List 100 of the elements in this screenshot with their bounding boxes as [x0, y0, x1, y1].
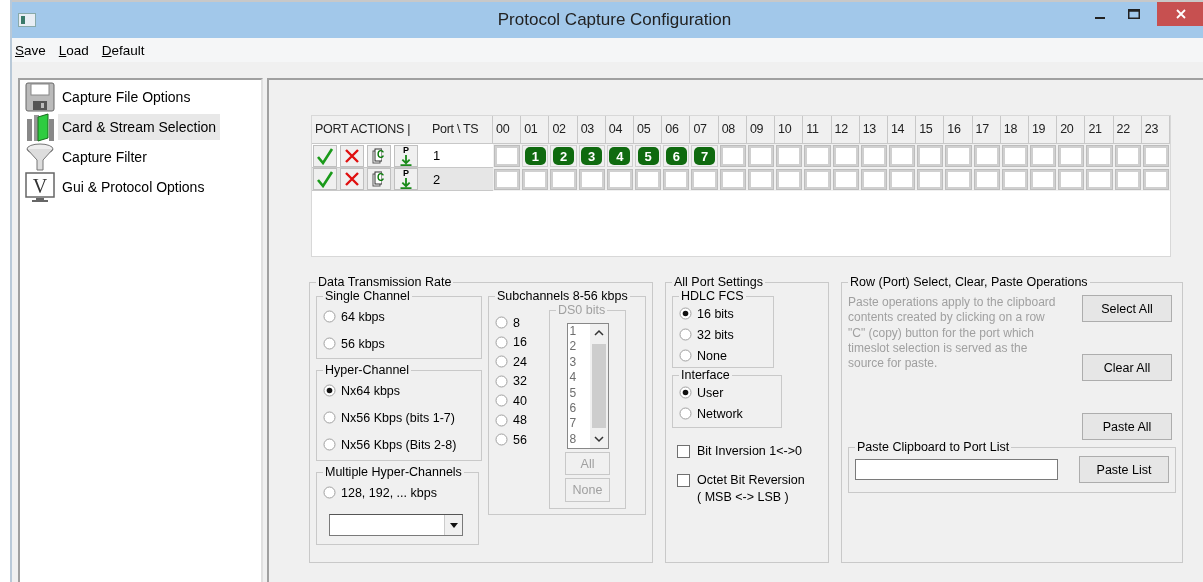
timeslot-cell[interactable]: [1058, 145, 1085, 167]
timeslot-cell[interactable]: [578, 169, 605, 190]
timeslot-cell[interactable]: [1058, 169, 1085, 190]
checkbox[interactable]: [677, 445, 690, 458]
radio-button[interactable]: [495, 394, 508, 408]
radio-button[interactable]: [495, 316, 508, 330]
timeslot-cell[interactable]: [1086, 169, 1113, 190]
timeslot-cell[interactable]: [804, 145, 831, 167]
sidebar-item[interactable]: Capture File Options: [58, 84, 195, 110]
sidebar-item[interactable]: Gui & Protocol Options: [58, 174, 209, 200]
radio-label[interactable]: 32: [513, 374, 527, 389]
copy-button[interactable]: C: [367, 168, 391, 190]
radio-label[interactable]: 32 bits: [697, 327, 734, 342]
timeslot-cell[interactable]: [860, 169, 887, 190]
radio-label[interactable]: 64 kbps: [341, 309, 385, 324]
timeslot-cell[interactable]: [663, 169, 690, 190]
button[interactable]: Paste All: [1082, 413, 1172, 440]
timeslot-cell[interactable]: [1114, 145, 1141, 167]
checkbox-label[interactable]: Bit Inversion 1<->0: [697, 443, 802, 460]
radio-button[interactable]: [679, 407, 692, 420]
check-button[interactable]: [313, 168, 337, 190]
radio-button[interactable]: [323, 337, 336, 350]
timeslot-cell[interactable]: [917, 169, 944, 190]
timeslot-cell[interactable]: [776, 145, 803, 167]
sidebar-item[interactable]: Capture Filter: [58, 144, 151, 170]
radio-button[interactable]: [679, 307, 692, 320]
timeslot-cell[interactable]: [747, 145, 775, 167]
cross-button[interactable]: [340, 168, 364, 190]
radio-label[interactable]: 8: [513, 315, 520, 330]
radio-label[interactable]: User: [697, 385, 724, 400]
timeslot-cell[interactable]: [719, 145, 746, 167]
timeslot-cell[interactable]: [747, 169, 775, 190]
timeslot-cell[interactable]: [973, 169, 1000, 190]
timeslot-cell[interactable]: [973, 145, 1000, 167]
port-row-header[interactable]: C P 2: [312, 168, 493, 191]
radio-button[interactable]: [679, 328, 692, 341]
timeslot-cell[interactable]: [917, 145, 944, 167]
radio-label[interactable]: 40: [513, 393, 527, 408]
radio-label[interactable]: 56 kbps: [341, 336, 385, 351]
radio-button[interactable]: [323, 310, 336, 323]
cross-button[interactable]: [340, 144, 364, 167]
timeslot-cell[interactable]: [832, 145, 859, 167]
timeslot-cell[interactable]: [719, 169, 746, 190]
timeslot-cell[interactable]: [888, 169, 916, 190]
timeslot-cell[interactable]: [860, 145, 887, 167]
text-field[interactable]: [855, 459, 1058, 480]
port-row-header[interactable]: C P 1: [312, 144, 493, 168]
radio-button[interactable]: [323, 411, 336, 424]
timeslot-cell[interactable]: [635, 169, 662, 190]
timeslot-cell[interactable]: [832, 169, 859, 190]
timeslot-cell[interactable]: [945, 169, 972, 190]
radio-label[interactable]: None: [697, 348, 727, 363]
timeslot-cell[interactable]: [522, 169, 549, 190]
radio-label[interactable]: Nx64 kbps: [341, 383, 401, 398]
radio-button[interactable]: [679, 349, 692, 362]
radio-label[interactable]: 16 bits: [697, 306, 734, 321]
timeslot-cell[interactable]: [1001, 145, 1028, 167]
radio-label[interactable]: Nx56 Kbps (Bits 2-8): [341, 437, 457, 452]
dropdown[interactable]: [329, 514, 463, 536]
radio-button[interactable]: [495, 335, 508, 349]
radio-button[interactable]: [323, 438, 336, 451]
timeslot-cell[interactable]: [550, 169, 577, 190]
radio-label[interactable]: Network: [697, 406, 743, 421]
checkbox-label[interactable]: Octet Bit Reversion ( MSB <-> LSB ): [697, 472, 805, 506]
radio-label[interactable]: 56: [513, 432, 527, 447]
menu-item[interactable]: Save: [15, 42, 46, 58]
paste-button[interactable]: P: [394, 168, 418, 190]
radio-button[interactable]: [495, 413, 508, 427]
timeslot-cell[interactable]: [494, 169, 521, 190]
sidebar-item[interactable]: Card & Stream Selection: [58, 114, 221, 140]
timeslot-cell[interactable]: [606, 169, 634, 190]
timeslot-cell[interactable]: [1029, 145, 1057, 167]
radio-button[interactable]: [323, 384, 336, 397]
timeslot-cell[interactable]: [776, 169, 803, 190]
checkbox[interactable]: [677, 474, 690, 487]
radio-label[interactable]: 16: [513, 335, 527, 350]
radio-button[interactable]: [495, 374, 508, 388]
menu-item[interactable]: Load: [58, 42, 89, 58]
paste-button[interactable]: P: [394, 144, 418, 167]
radio-button[interactable]: [495, 355, 508, 369]
button[interactable]: Paste List: [1079, 456, 1169, 483]
timeslot-cell[interactable]: [1142, 169, 1169, 190]
button[interactable]: Select All: [1082, 295, 1172, 322]
radio-button[interactable]: [679, 386, 692, 399]
timeslot-cell[interactable]: [1114, 169, 1141, 190]
radio-label[interactable]: 48: [513, 413, 527, 428]
timeslot-cell[interactable]: [494, 145, 521, 167]
timeslot-cell[interactable]: [1001, 169, 1028, 190]
timeslot-cell[interactable]: [1086, 145, 1113, 167]
radio-button[interactable]: [323, 486, 336, 499]
timeslot-cell[interactable]: [804, 169, 831, 190]
close-button[interactable]: [1157, 2, 1203, 26]
button[interactable]: Clear All: [1082, 354, 1172, 381]
radio-button[interactable]: [495, 433, 508, 447]
timeslot-cell[interactable]: [888, 145, 916, 167]
radio-label[interactable]: 24: [513, 354, 527, 369]
timeslot-cell[interactable]: [691, 169, 718, 190]
timeslot-cell[interactable]: [1029, 169, 1057, 190]
radio-label[interactable]: 128, 192, ... kbps: [341, 485, 437, 500]
check-button[interactable]: [313, 144, 337, 167]
